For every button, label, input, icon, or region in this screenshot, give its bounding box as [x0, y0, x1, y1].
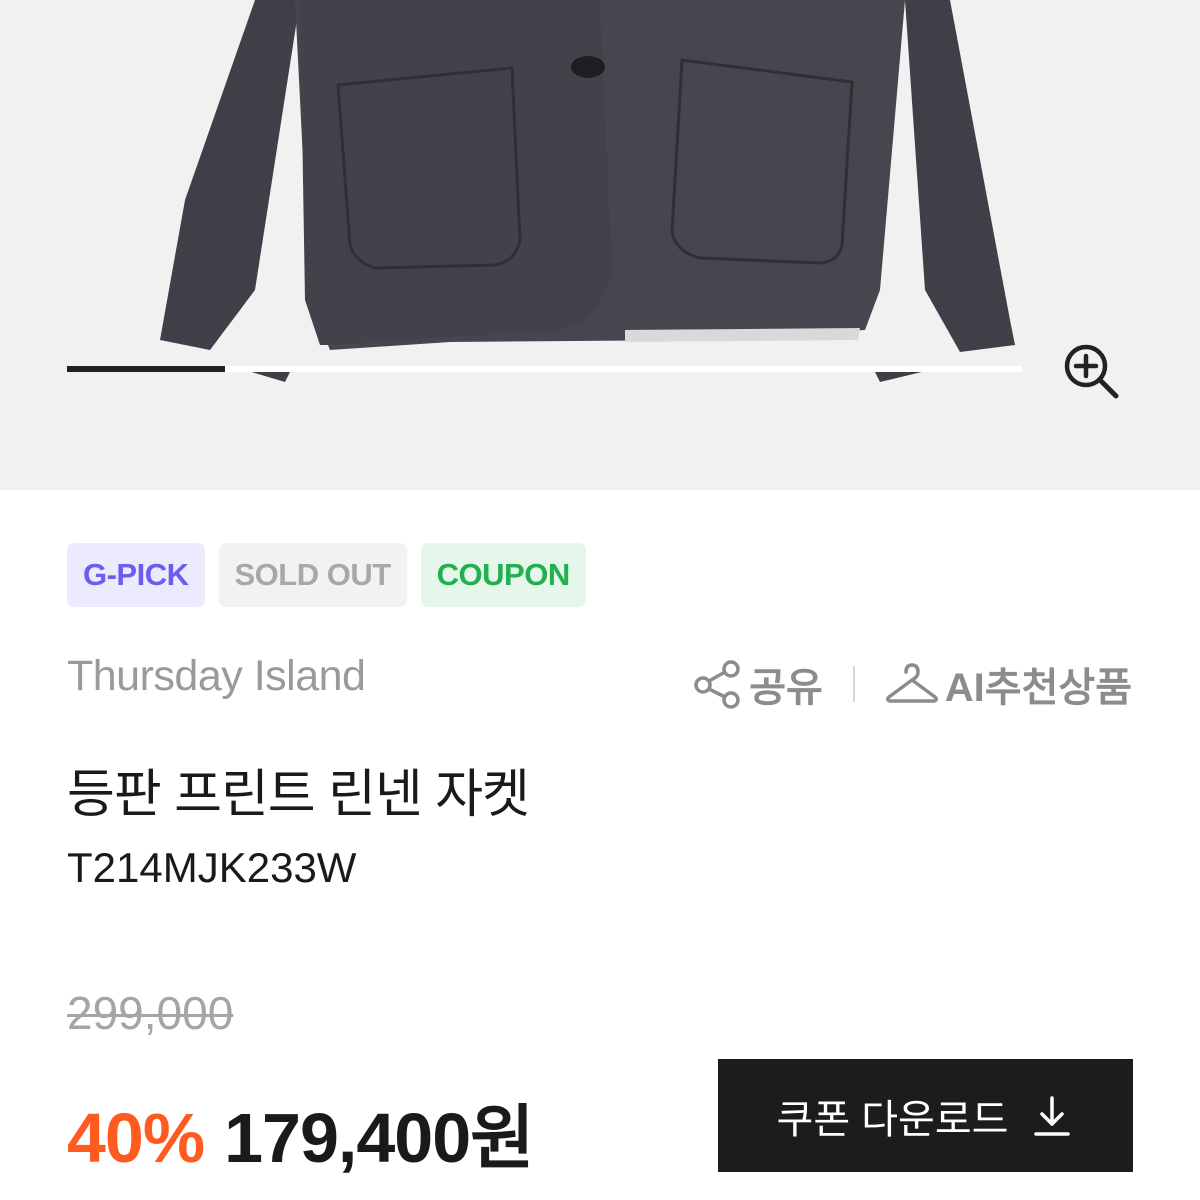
- gallery-progress-bar: [67, 366, 1022, 372]
- zoom-button[interactable]: [1058, 338, 1124, 404]
- action-divider: [852, 666, 855, 702]
- coupon-download-label: 쿠폰 다운로드: [776, 1097, 1009, 1142]
- share-icon: [694, 660, 740, 709]
- original-price: 299,000: [67, 987, 234, 1039]
- product-actions: 공유 AI추천상품: [691, 655, 1132, 713]
- price-row: 40% 179,400원: [67, 1082, 535, 1183]
- discount-rate: 40%: [67, 1099, 205, 1177]
- share-label: 공유: [749, 666, 823, 710]
- coupon-download-button[interactable]: 쿠폰 다운로드: [718, 1059, 1133, 1172]
- sale-price: 179,400원: [224, 1099, 534, 1177]
- product-photo[interactable]: [0, 0, 1200, 490]
- ai-recommend-button[interactable]: AI추천상품: [885, 655, 1132, 713]
- product-image-gallery[interactable]: [0, 0, 1200, 490]
- sold-out-badge: SOLD OUT: [218, 543, 407, 607]
- ai-recommend-label: AI추천상품: [944, 666, 1132, 710]
- hanger-icon: [885, 663, 938, 703]
- badge-list: G-PICK SOLD OUT COUPON: [67, 543, 586, 607]
- zoom-in-icon: [1064, 344, 1119, 399]
- share-button[interactable]: 공유: [691, 655, 823, 713]
- coupon-badge: COUPON: [420, 543, 586, 607]
- product-title: 등판 프린트 린넨 자켓: [67, 766, 530, 824]
- download-icon: [1034, 1095, 1071, 1136]
- product-code: T214MJK233W: [67, 844, 357, 891]
- gallery-progress-fill: [67, 366, 225, 372]
- gpick-badge: G-PICK: [67, 543, 205, 607]
- brand-link[interactable]: Thursday Island: [67, 652, 366, 701]
